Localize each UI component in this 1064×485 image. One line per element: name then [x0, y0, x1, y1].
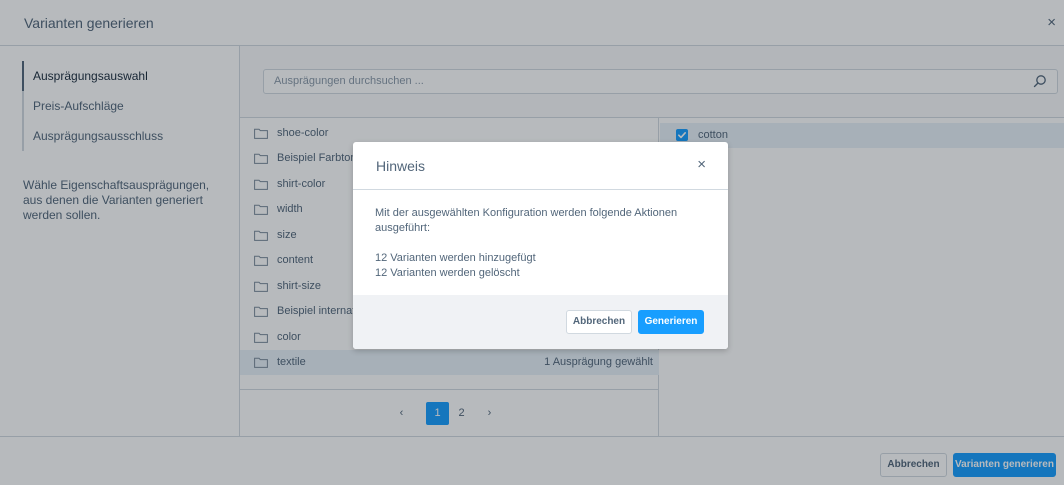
- dialog-added-count: 12 Varianten werden hinzugefügt: [375, 252, 536, 264]
- close-icon[interactable]: ×: [697, 156, 706, 173]
- dialog-removed-count: 12 Varianten werden gelöscht: [375, 267, 520, 279]
- dialog-header: Hinweis ×: [353, 142, 728, 190]
- dialog-title: Hinweis: [376, 158, 426, 174]
- dialog-footer: Abbrechen Generieren: [353, 295, 728, 349]
- dialog-cancel-button[interactable]: Abbrechen: [566, 310, 632, 334]
- dialog-body: Mit der ausgewählten Konfiguration werde…: [375, 206, 705, 281]
- dialog-message: Mit der ausgewählten Konfiguration werde…: [375, 207, 678, 234]
- confirm-dialog: Hinweis × Mit der ausgewählten Konfigura…: [353, 142, 728, 349]
- dialog-generate-button[interactable]: Generieren: [638, 310, 704, 334]
